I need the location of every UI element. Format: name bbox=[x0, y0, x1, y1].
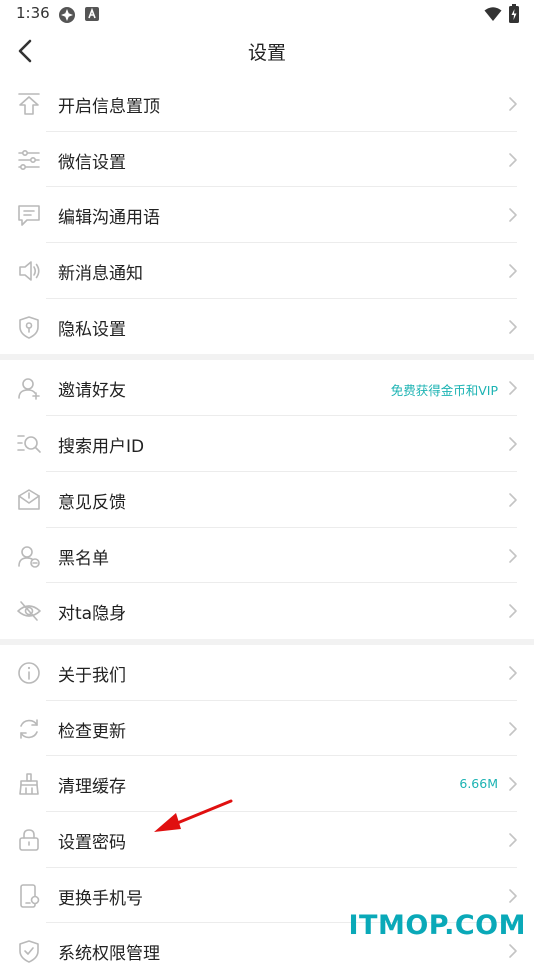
chevron-right-icon bbox=[509, 721, 517, 736]
chat-icon bbox=[18, 205, 40, 227]
settings-row-label: 关于我们 bbox=[58, 665, 126, 686]
settings-row-label: 检查更新 bbox=[58, 721, 126, 742]
chevron-right-icon bbox=[509, 97, 517, 111]
settings-row-wechat-settings[interactable]: 微信设置 bbox=[0, 132, 534, 188]
settings-row-set-password[interactable]: 设置密码 bbox=[0, 812, 534, 868]
chevron-right-icon bbox=[509, 208, 517, 223]
chevron-right-icon bbox=[509, 264, 517, 278]
chevron-right-icon bbox=[509, 381, 517, 396]
app-header: 设置 bbox=[0, 28, 534, 76]
settings-row-label: 隐私设置 bbox=[58, 319, 126, 340]
settings-row-label: 系统权限管理 bbox=[58, 944, 160, 965]
settings-row-invite-friends[interactable]: 邀请好友 免费获得金币和VIP bbox=[0, 360, 534, 417]
wifi-icon bbox=[484, 7, 502, 21]
settings-row-label: 更换手机号 bbox=[58, 888, 143, 909]
settings-row-label: 黑名单 bbox=[58, 548, 109, 569]
search-list-icon bbox=[17, 435, 41, 453]
page-title: 设置 bbox=[247, 42, 286, 64]
settings-row-privacy-settings[interactable]: 隐私设置 bbox=[0, 299, 534, 355]
settings-row-label: 开启信息置顶 bbox=[58, 97, 160, 117]
refresh-icon bbox=[20, 718, 38, 739]
settings-row-label: 邀请好友 bbox=[58, 381, 126, 402]
chevron-right-icon bbox=[509, 833, 517, 847]
settings-row-pin-messages[interactable]: 开启信息置顶 bbox=[0, 76, 534, 132]
info-icon bbox=[18, 662, 40, 684]
broom-icon bbox=[19, 773, 39, 796]
chevron-right-icon bbox=[509, 152, 517, 167]
pin-top-icon bbox=[18, 93, 40, 115]
settings-row-check-update[interactable]: 检查更新 bbox=[0, 701, 534, 757]
chevron-right-icon bbox=[509, 604, 517, 618]
settings-list: 开启信息置顶 微信设置编辑沟通用语 新消息通知隐私设置邀请好友 免费获得金币和VIP 搜… bbox=[0, 76, 534, 979]
watermark: ITMOP.COM bbox=[348, 910, 526, 941]
settings-row-label: 编辑沟通用语 bbox=[58, 208, 160, 229]
settings-row-about-us[interactable]: 关于我们 bbox=[0, 645, 534, 701]
phone-icon bbox=[20, 883, 40, 908]
speaker-icon bbox=[19, 261, 40, 281]
lock-icon bbox=[19, 829, 39, 851]
chevron-right-icon bbox=[509, 493, 517, 507]
chevron-right-icon bbox=[509, 666, 517, 680]
settings-row-blacklist[interactable]: 黑名单 bbox=[0, 528, 534, 584]
settings-row-label: 对ta隐身 bbox=[58, 604, 127, 625]
sliders-icon bbox=[18, 149, 40, 170]
chevron-right-icon bbox=[509, 437, 517, 451]
status-bar: 1:36 bbox=[0, 0, 534, 28]
settings-row-new-message-notify[interactable]: 新消息通知 bbox=[0, 243, 534, 299]
chevron-right-icon bbox=[509, 944, 517, 959]
settings-row-label: 设置密码 bbox=[58, 832, 126, 853]
settings-row-label: 意见反馈 bbox=[58, 492, 126, 513]
settings-row-feedback[interactable]: 意见反馈 bbox=[0, 472, 534, 528]
chevron-right-icon bbox=[509, 888, 517, 903]
chevron-right-icon bbox=[509, 319, 517, 334]
status-time: 1:36 bbox=[16, 4, 50, 22]
chevron-right-icon bbox=[509, 777, 517, 792]
permission-icon bbox=[19, 940, 39, 964]
battery-icon bbox=[509, 4, 519, 23]
user-add-icon bbox=[18, 378, 40, 401]
feedback-icon bbox=[18, 489, 40, 510]
settings-row-search-user-id[interactable]: 搜索用户ID bbox=[0, 416, 534, 472]
chevron-right-icon bbox=[509, 548, 517, 563]
settings-row-clear-cache[interactable]: 清理缓存 6.66M bbox=[0, 756, 534, 812]
settings-row-edit-phrases[interactable]: 编辑沟通用语 bbox=[0, 187, 534, 244]
a-notification-icon bbox=[85, 7, 99, 21]
settings-row-label: 清理缓存 bbox=[58, 777, 126, 798]
settings-row-label: 新消息通知 bbox=[58, 264, 143, 285]
settings-row-label: 微信设置 bbox=[58, 152, 126, 173]
settings-row-value: 免费获得金币和VIP bbox=[390, 383, 498, 399]
eye-off-icon bbox=[17, 601, 41, 621]
settings-row-value: 6.66M bbox=[459, 776, 498, 792]
shield-icon bbox=[19, 315, 39, 339]
app-notification-icon bbox=[59, 7, 75, 23]
settings-row-hide-from[interactable]: 对ta隐身 bbox=[0, 583, 534, 639]
user-block-icon bbox=[18, 545, 40, 568]
settings-row-label: 搜索用户ID bbox=[58, 437, 145, 458]
